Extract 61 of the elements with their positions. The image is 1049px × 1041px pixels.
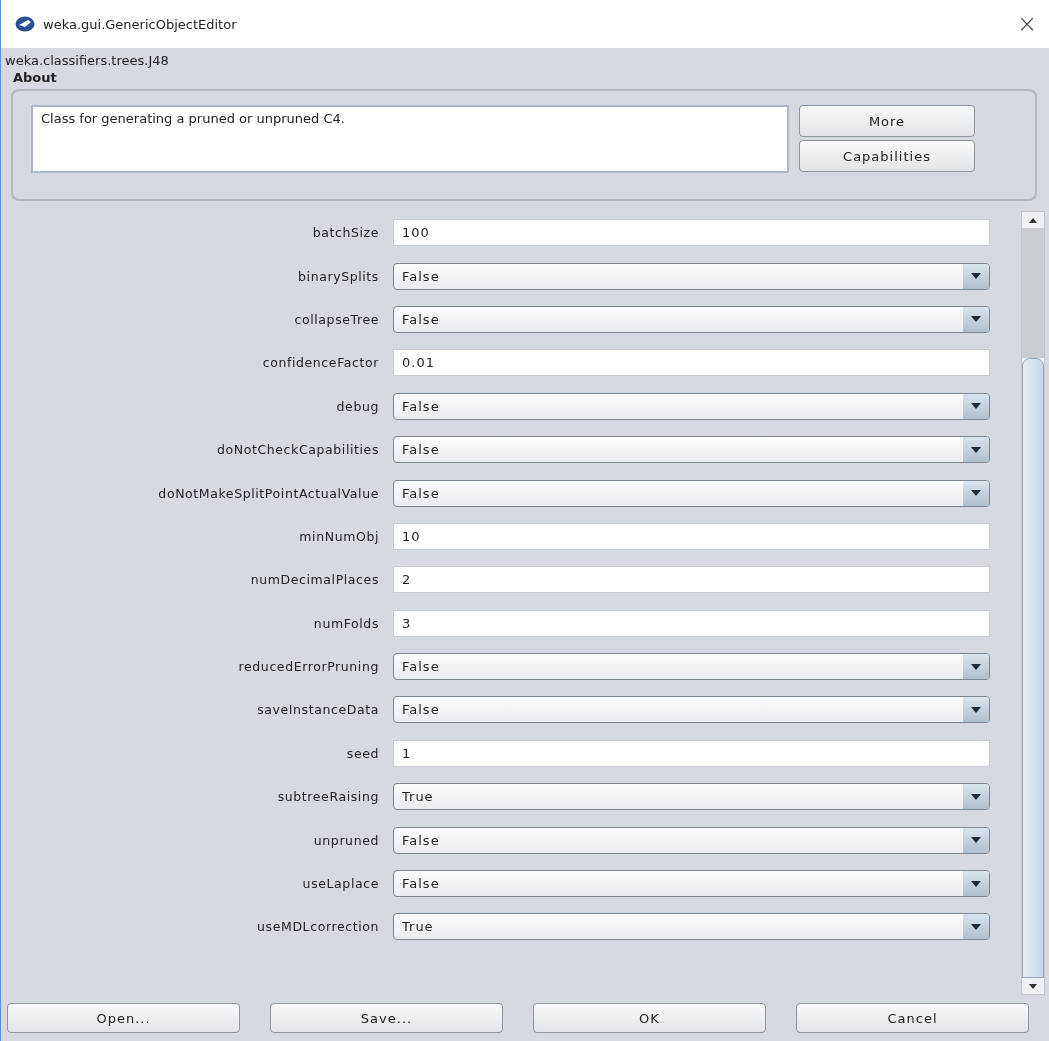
property-label: batchSize <box>311 225 380 241</box>
property-label: binarySplits <box>297 268 380 284</box>
caret-icon <box>971 793 981 800</box>
dialog-button[interactable]: Open... <box>7 1003 240 1033</box>
caret-icon <box>971 837 981 844</box>
dropdown[interactable]: False <box>393 826 990 854</box>
property-label: numDecimalPlaces <box>249 572 380 588</box>
dropdown[interactable]: False <box>393 479 990 507</box>
description-field: Class for generating a pruned or unpruned C4. <box>31 105 789 173</box>
scroll-thumb[interactable] <box>1022 358 1044 978</box>
caret-icon <box>971 707 981 713</box>
dialog-button[interactable]: Cancel <box>796 1003 1029 1033</box>
input-field[interactable]: 0.01 <box>393 349 990 377</box>
input-field[interactable]: 3 <box>393 609 990 637</box>
dropdown[interactable]: False <box>393 696 990 724</box>
input-field[interactable]: 1 <box>393 739 990 767</box>
about-button[interactable]: Capabilities <box>799 140 975 172</box>
caret-icon <box>971 446 981 453</box>
property-label: saveInstanceData <box>256 702 380 718</box>
scroll-down-icon[interactable] <box>1029 983 1037 989</box>
about-heading: About <box>12 69 58 85</box>
property-label: doNotCheckCapabilities <box>215 442 380 458</box>
dropdown[interactable]: False <box>393 870 990 898</box>
input-field[interactable]: 2 <box>393 566 990 594</box>
dropdown[interactable]: True <box>393 913 990 941</box>
about-button[interactable]: More <box>799 105 975 137</box>
dropdown[interactable]: False <box>393 305 990 333</box>
property-label: collapseTree <box>293 311 380 327</box>
caret-icon <box>971 490 981 497</box>
dropdown[interactable]: False <box>393 392 990 420</box>
bird-logo-icon <box>15 16 35 32</box>
property-label: minNumObj <box>298 528 380 544</box>
property-label: subtreeRaising <box>276 789 380 805</box>
caret-icon <box>971 403 981 410</box>
scroll-up-icon[interactable] <box>1029 217 1037 223</box>
property-label: useMDLcorrection <box>256 919 380 935</box>
property-label: useLaplace <box>301 876 380 892</box>
property-label: unpruned <box>312 832 380 848</box>
property-label: doNotMakeSplitPointActualValue <box>157 485 380 501</box>
close-button[interactable]: × <box>1016 10 1037 38</box>
dialog-button[interactable]: OK <box>533 1003 766 1033</box>
scrollbar[interactable] <box>1021 211 1045 995</box>
dropdown[interactable]: True <box>393 783 990 811</box>
window-title: weka.gui.GenericObjectEditor <box>43 16 238 32</box>
dropdown[interactable]: False <box>393 436 990 464</box>
caret-icon <box>971 880 981 887</box>
input-field[interactable]: 100 <box>393 219 990 247</box>
input-field[interactable]: 10 <box>393 522 990 550</box>
caret-icon <box>971 923 981 930</box>
property-label: confidenceFactor <box>261 355 380 371</box>
property-label: debug <box>335 398 380 414</box>
caret-icon <box>971 316 981 323</box>
property-label: reducedErrorPruning <box>237 659 380 675</box>
caret-icon <box>971 273 981 280</box>
property-label: numFolds <box>312 615 380 631</box>
dialog-button[interactable]: Save... <box>270 1003 503 1033</box>
caret-icon <box>971 663 981 670</box>
class-name: weka.classifiers.trees.J48 <box>4 52 170 68</box>
property-label: seed <box>345 745 380 761</box>
dropdown[interactable]: False <box>393 653 990 681</box>
dropdown[interactable]: False <box>393 262 990 290</box>
